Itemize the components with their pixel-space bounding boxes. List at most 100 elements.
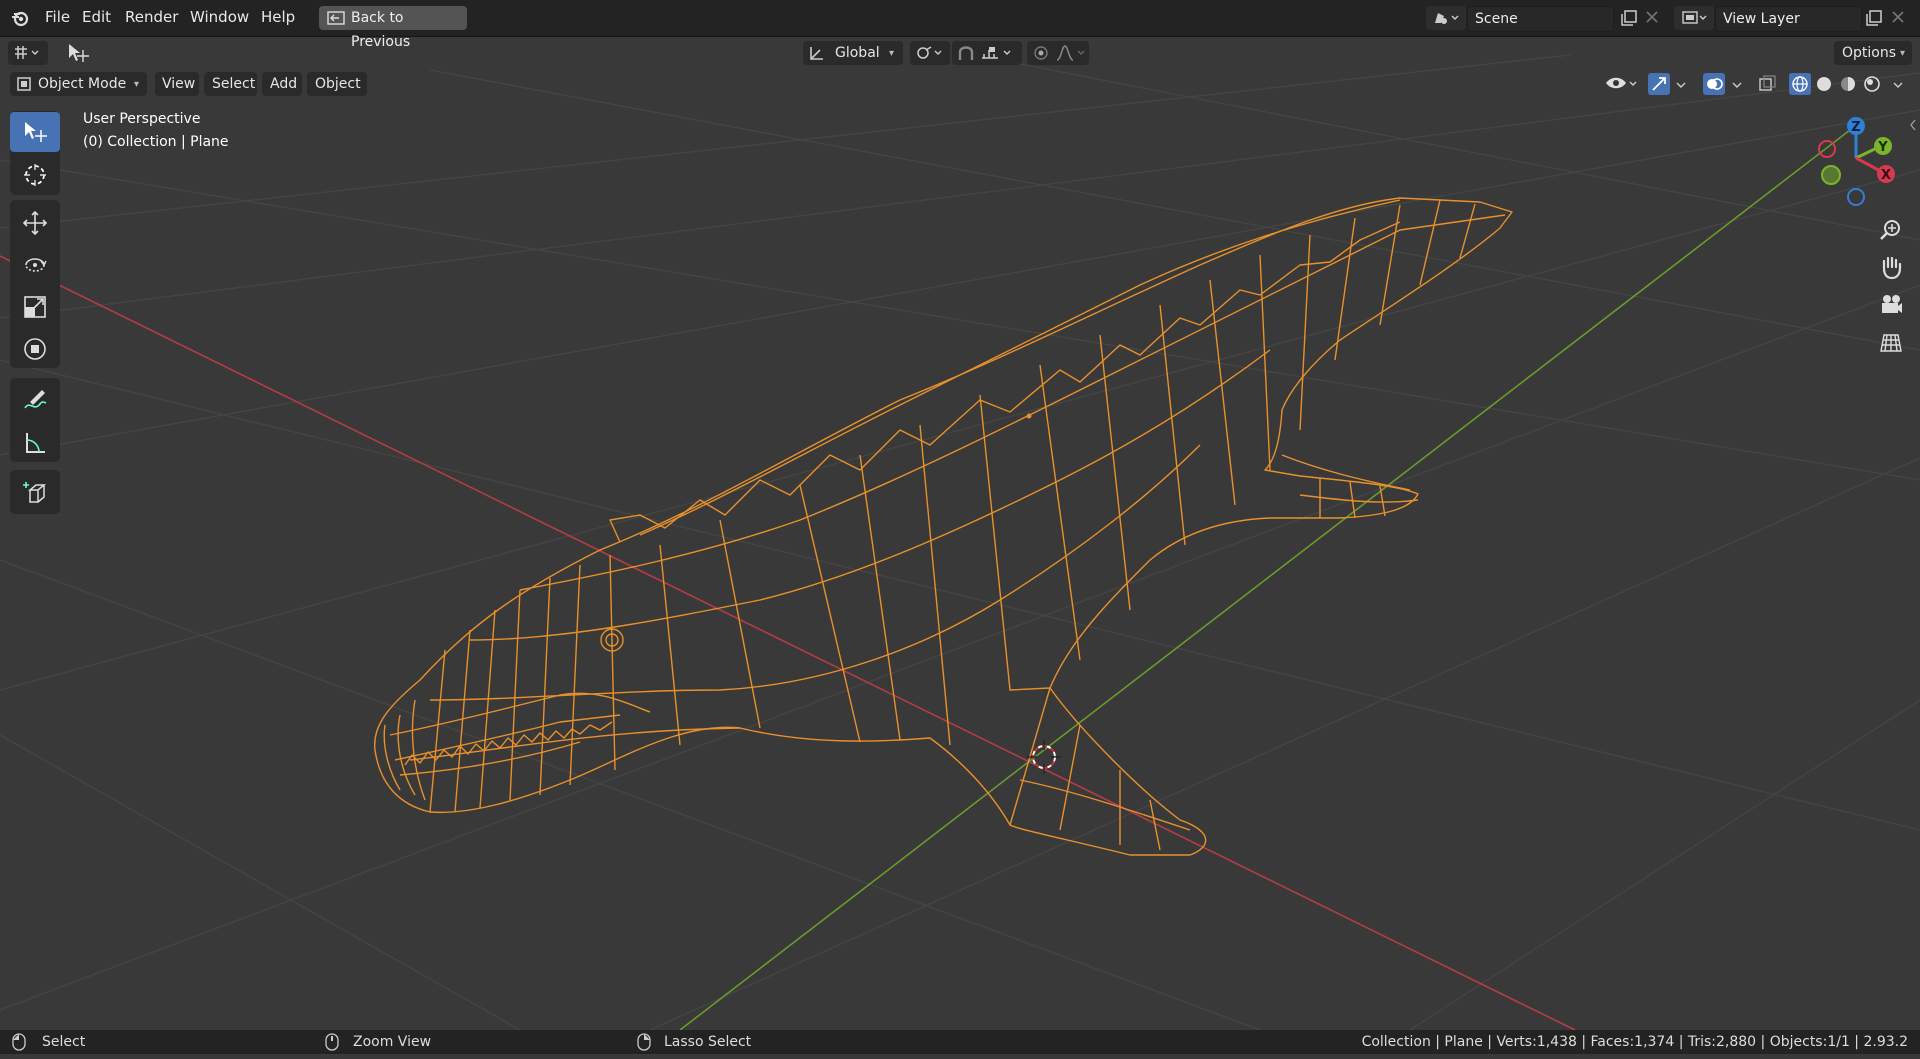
overlays-dropdown-icon[interactable] — [1730, 78, 1744, 96]
transform-icon — [24, 338, 46, 360]
x-axis-line — [0, 255, 1576, 1030]
scene-icon — [1432, 10, 1462, 30]
orientation-icon — [808, 44, 826, 70]
status-bar: Select Zoom View Lasso Select Collection… — [0, 1030, 1920, 1054]
ortho-toggle-button[interactable] — [1874, 326, 1908, 360]
gizmo-y-label: Y — [1877, 140, 1888, 155]
add-cube-icon — [23, 482, 47, 503]
gizmo-dropdown-icon[interactable] — [1674, 78, 1688, 96]
rotate-tool[interactable] — [10, 244, 60, 284]
snap-increment-icon[interactable] — [980, 44, 1018, 70]
gizmo-z-negative — [1847, 188, 1865, 206]
object-mode-icon — [16, 76, 32, 100]
mouse-left-icon — [12, 1033, 26, 1059]
menu-select-label: Select — [212, 76, 256, 92]
viewport-header: Object Mode ▾ View Select Add Object — [0, 69, 1920, 101]
gizmo-x-label: X — [1881, 168, 1891, 183]
menu-add-label: Add — [270, 76, 298, 92]
proportional-editing-group[interactable] — [1027, 41, 1089, 65]
chevron-down-icon: ▾ — [134, 79, 140, 90]
options-label: Options — [1842, 45, 1897, 61]
camera-view-button[interactable] — [1874, 288, 1908, 322]
pan-button[interactable] — [1874, 250, 1908, 284]
scene-selector-button[interactable] — [1426, 6, 1466, 30]
object-origin-dot — [1026, 413, 1032, 419]
gizmo-toggle-icon[interactable] — [1648, 73, 1670, 95]
rendered-shading-icon[interactable] — [1863, 75, 1881, 97]
back-to-previous-button[interactable]: Back to Previous — [319, 6, 467, 50]
scene-name-text: Scene — [1475, 11, 1518, 27]
view-layer-selector-button[interactable] — [1674, 6, 1714, 30]
snap-toggle-group[interactable] — [952, 41, 1022, 65]
annotate-tool[interactable] — [10, 380, 60, 420]
pivot-icon — [915, 44, 945, 70]
select-box-tool[interactable] — [10, 112, 60, 152]
menu-object[interactable]: Object — [307, 72, 367, 96]
menu-help[interactable]: Help — [261, 8, 295, 26]
whale-wireframe-mesh — [374, 197, 1513, 856]
back-icon — [327, 10, 345, 34]
menu-window[interactable]: Window — [190, 8, 249, 26]
view-layer-close-icon[interactable] — [1891, 10, 1905, 28]
mouse-right-icon — [635, 1033, 653, 1059]
ortho-grid-icon — [1880, 334, 1902, 352]
gizmo-z-label: Z — [1851, 120, 1860, 135]
measure-icon — [26, 433, 45, 453]
viewport-editor-icon — [13, 45, 43, 69]
menu-render[interactable]: Render — [125, 8, 178, 26]
xray-toggle-icon[interactable] — [1758, 74, 1778, 98]
visibility-eye-icon[interactable] — [1604, 74, 1640, 98]
status-scene-stats: Collection | Plane | Verts:1,438 | Faces… — [1361, 1034, 1908, 1050]
wireframe-shading-icon[interactable] — [1789, 73, 1811, 95]
scene-close-icon[interactable] — [1645, 10, 1659, 28]
scene-name-field[interactable]: Scene — [1467, 6, 1614, 32]
camera-view-icon — [1882, 295, 1902, 313]
move-tool[interactable] — [10, 202, 60, 242]
cursor-tool[interactable] — [10, 154, 60, 194]
snap-icon[interactable] — [956, 44, 976, 70]
menu-view[interactable]: View — [155, 72, 199, 96]
overlays-toggle-icon[interactable] — [1703, 73, 1725, 95]
gizmo-x-negative — [1818, 140, 1836, 158]
viewport-context-label: (0) Collection | Plane — [83, 134, 229, 150]
editor-type-button[interactable] — [8, 41, 48, 65]
menu-select[interactable]: Select — [204, 72, 257, 96]
zoom-button[interactable] — [1874, 213, 1908, 247]
scene-duplicate-icon[interactable] — [1620, 9, 1638, 31]
floor-grid — [0, 54, 1920, 1030]
tool-settings-header: Global ▾ Options ▾ — [0, 37, 1920, 69]
y-axis-line — [679, 129, 1851, 1030]
scale-tool[interactable] — [10, 286, 60, 326]
shading-dropdown-icon[interactable] — [1891, 78, 1905, 96]
cursor-icon — [24, 164, 46, 186]
material-preview-icon[interactable] — [1839, 75, 1857, 97]
view-layer-name-text: View Layer — [1723, 11, 1800, 27]
viewport-canvas[interactable] — [0, 37, 1920, 1030]
menu-edit[interactable]: Edit — [82, 8, 111, 26]
pivot-point-dropdown[interactable] — [910, 41, 950, 65]
object-mode-dropdown[interactable]: Object Mode ▾ — [10, 72, 147, 96]
view-layer-name-field[interactable]: View Layer — [1715, 6, 1862, 32]
top-menu-bar: File Edit Render Window Help Back to Pre… — [0, 0, 1920, 50]
select-mode-icon[interactable] — [66, 42, 90, 68]
falloff-curve-icon[interactable] — [1055, 44, 1089, 70]
gizmo-y-negative — [1821, 165, 1841, 185]
measure-tool[interactable] — [10, 422, 60, 462]
status-zoom-hint: Zoom View — [353, 1034, 432, 1050]
pan-hand-icon — [1882, 256, 1902, 280]
transform-orientation-dropdown[interactable]: Global ▾ — [803, 41, 903, 65]
menu-object-label: Object — [315, 76, 361, 92]
mouse-middle-icon — [325, 1033, 339, 1059]
solid-shading-icon[interactable] — [1815, 75, 1833, 97]
transform-tool[interactable] — [10, 328, 60, 368]
menu-file[interactable]: File — [45, 8, 70, 26]
navigation-gizmo[interactable]: Z Y X — [1808, 112, 1908, 212]
blender-logo-icon[interactable] — [10, 8, 30, 28]
options-dropdown[interactable]: Options ▾ — [1834, 41, 1912, 65]
transform-orientation-value: Global — [835, 45, 880, 61]
sidebar-toggle-chevron-icon[interactable] — [1908, 118, 1918, 136]
add-cube-tool[interactable] — [10, 472, 60, 512]
menu-add[interactable]: Add — [262, 72, 302, 96]
view-layer-duplicate-icon[interactable] — [1865, 9, 1883, 31]
proportional-edit-icon[interactable] — [1032, 44, 1050, 70]
